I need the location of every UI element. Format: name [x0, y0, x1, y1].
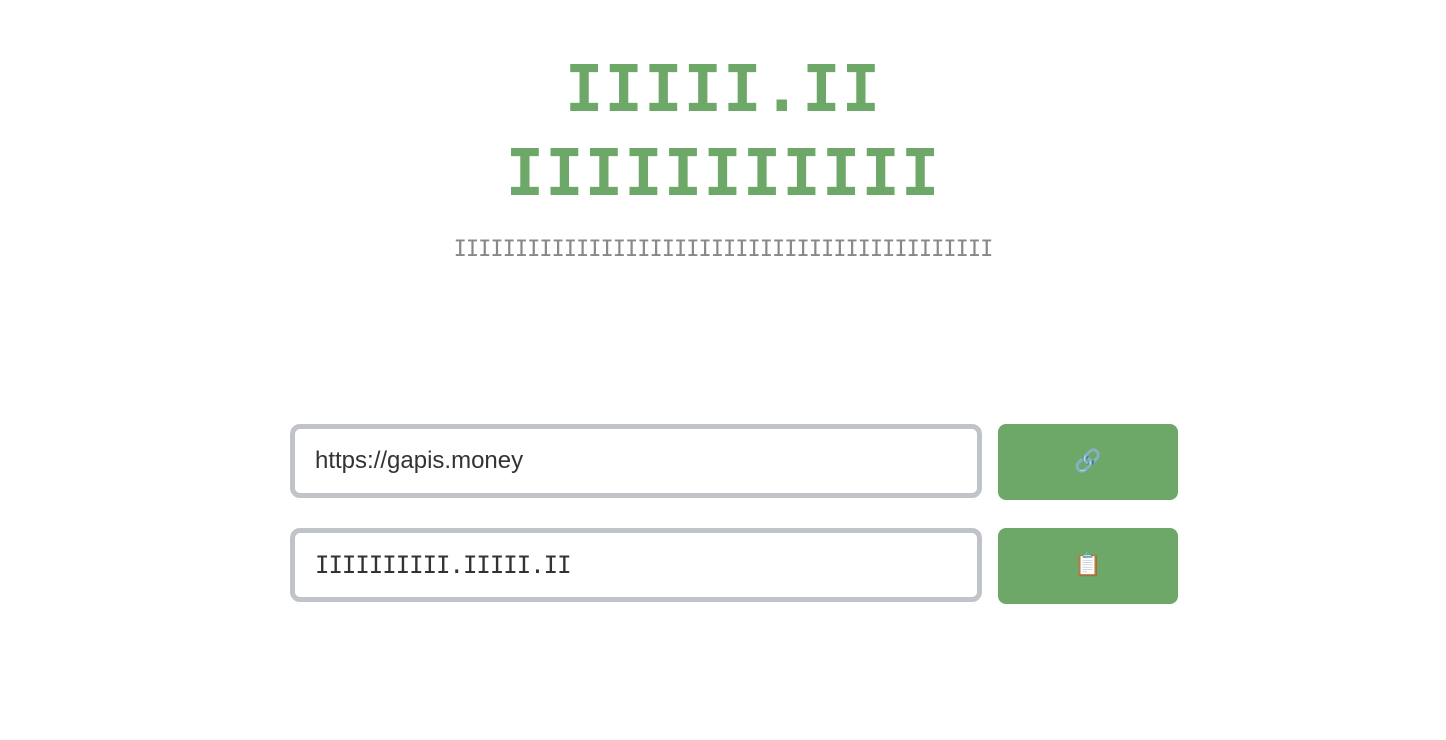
shorten-button[interactable]: 🔗 [998, 424, 1178, 500]
short-url-field[interactable] [290, 528, 982, 602]
copy-button[interactable]: 📋 [998, 528, 1178, 604]
link-icon: 🔗 [1074, 449, 1102, 474]
url-input[interactable] [290, 424, 982, 498]
page-subtitle: IIIIIIIIIIIIIIIIIIIIIIIIIIIIIIIIIIIIIIII… [453, 237, 994, 262]
page: IIIII.II IIIIIIIIIII IIIIIIIIIIIIIIIIIII… [0, 0, 1446, 740]
page-title: IIIII.II [564, 53, 882, 127]
clipboard-icon: 📋 [1074, 553, 1102, 578]
page-title-second-line: IIIIIIIIIII [505, 137, 941, 211]
